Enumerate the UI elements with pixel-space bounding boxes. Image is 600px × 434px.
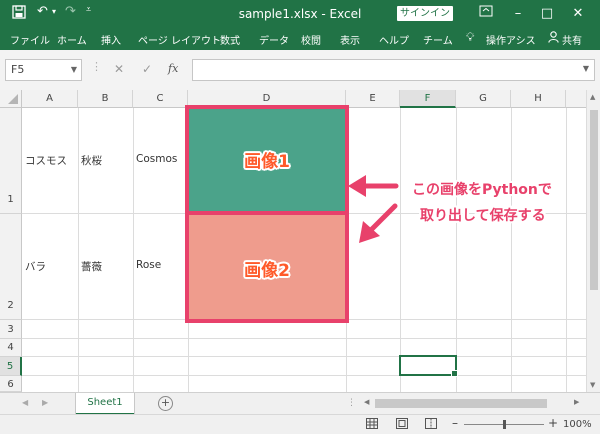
ribbon-tabs: ファイル ホーム 挿入 ページ レイアウト 数式 データ 校閲 表示 ヘルプ チ… <box>0 28 600 50</box>
tab-help[interactable]: ヘルプ <box>379 32 409 47</box>
zoom-slider-thumb[interactable] <box>503 420 506 429</box>
tab-team[interactable]: チーム <box>423 32 453 47</box>
chevron-down-icon[interactable]: ▼ <box>71 60 77 80</box>
gridline <box>456 108 457 392</box>
column-header-partial[interactable] <box>566 90 586 108</box>
column-header-g[interactable]: G <box>456 90 511 108</box>
more-dots-icon: ⋮ <box>91 60 102 73</box>
add-sheet-icon[interactable]: + <box>158 396 173 411</box>
more-dots-icon: ⋮ <box>347 398 356 408</box>
gridline <box>22 375 586 376</box>
row-header-4[interactable]: 4 <box>0 339 22 357</box>
cell-c2[interactable]: Rose <box>136 259 161 271</box>
cell-b2[interactable]: 薔薇 <box>81 259 102 274</box>
horizontal-scroll-thumb[interactable] <box>375 399 547 408</box>
scroll-down-icon[interactable]: ▼ <box>590 381 595 389</box>
zoom-level[interactable]: 100% <box>563 419 592 430</box>
name-box-value: F5 <box>11 63 25 76</box>
cell-b1[interactable]: 秋桜 <box>81 153 102 168</box>
tab-home[interactable]: ホーム <box>57 32 87 47</box>
tab-data[interactable]: データ <box>259 32 289 47</box>
minimize-icon[interactable]: – <box>508 4 528 24</box>
prev-sheet-icon[interactable]: ◀ <box>22 398 28 407</box>
row-header-6[interactable]: 6 <box>0 376 22 392</box>
row-header-1[interactable]: 1 <box>0 108 22 214</box>
status-bar: – + 100% <box>0 414 600 434</box>
insert-function-button[interactable]: fx <box>168 62 178 75</box>
share-button[interactable]: 共有 <box>562 32 582 47</box>
gridline <box>22 338 586 339</box>
signin-button[interactable]: サインイン <box>397 6 453 21</box>
zoom-in-button[interactable]: + <box>548 416 558 430</box>
close-icon[interactable]: ✕ <box>568 4 588 24</box>
page-break-view-icon[interactable] <box>425 418 437 432</box>
scroll-up-icon[interactable]: ▲ <box>590 93 595 101</box>
column-header-f[interactable]: F <box>400 90 456 108</box>
cancel-formula-icon[interactable]: ✕ <box>114 62 124 76</box>
sheet-tab-sheet1[interactable]: Sheet1 <box>76 393 134 415</box>
normal-view-icon[interactable] <box>366 418 378 432</box>
scroll-right-icon[interactable]: ▶ <box>574 398 579 406</box>
title-bar: ↶ ▾ ↷ ⩡ sample1.xlsx - Excel サインイン – □ ✕ <box>0 0 600 28</box>
share-user-icon <box>548 31 559 46</box>
select-all-corner[interactable] <box>0 90 22 108</box>
gridline <box>22 356 586 357</box>
column-header-e[interactable]: E <box>346 90 400 108</box>
gridline <box>133 108 134 392</box>
gridline <box>511 108 512 392</box>
annotation-arrows <box>348 175 399 243</box>
cell-a2[interactable]: バラ <box>25 259 46 274</box>
maximize-icon[interactable]: □ <box>537 4 557 24</box>
highlight-divider <box>185 211 349 215</box>
row-header-2[interactable]: 2 <box>0 214 22 320</box>
formula-input[interactable]: ▼ <box>192 59 595 81</box>
page-layout-view-icon[interactable] <box>396 418 408 432</box>
expand-formula-icon[interactable]: ▼ <box>583 64 589 73</box>
tab-insert[interactable]: 挿入 <box>101 32 121 47</box>
scroll-left-icon[interactable]: ◀ <box>364 398 369 406</box>
row-header-5[interactable]: 5 <box>0 357 22 376</box>
cell-a1[interactable]: コスモス <box>25 153 67 168</box>
vertical-scroll-thumb[interactable] <box>590 110 598 290</box>
tell-me-search[interactable]: 操作アシス <box>486 32 536 47</box>
tab-view[interactable]: 表示 <box>340 32 360 47</box>
vertical-scrollbar[interactable]: ▲ ▼ <box>586 90 600 392</box>
lightbulb-icon: 💡︎ <box>466 30 475 44</box>
gridline <box>78 108 79 392</box>
tab-review[interactable]: 校閲 <box>301 32 321 47</box>
annotation-line-2: 取り出して保存する <box>420 208 546 224</box>
active-cell-f5[interactable] <box>399 355 458 377</box>
column-header-h[interactable]: H <box>511 90 566 108</box>
formula-bar-area: F5 ▼ ⋮ ✕ ✓ fx ▼ <box>0 50 600 91</box>
column-header-c[interactable]: C <box>133 90 188 108</box>
zoom-out-button[interactable]: – <box>452 416 458 430</box>
column-header-b[interactable]: B <box>78 90 133 108</box>
ribbon-display-options-icon[interactable] <box>476 4 496 24</box>
sheet-tab-bar: ◀ ▶ Sheet1 + ⋮ ◀ ▶ <box>0 392 600 415</box>
gridline <box>566 108 567 392</box>
tab-page-layout[interactable]: ページ レイアウト <box>138 32 221 47</box>
column-header-a[interactable]: A <box>22 90 78 108</box>
tab-formulas[interactable]: 数式 <box>220 32 240 47</box>
fill-handle[interactable] <box>451 370 458 377</box>
tab-file[interactable]: ファイル <box>10 32 50 47</box>
row-header-3[interactable]: 3 <box>0 320 22 339</box>
next-sheet-icon[interactable]: ▶ <box>42 398 48 407</box>
name-box[interactable]: F5 ▼ <box>5 59 82 81</box>
enter-formula-icon[interactable]: ✓ <box>142 62 152 76</box>
worksheet-grid[interactable]: A B C D E F G H 1 2 3 4 5 6 コスモス 秋桜 Cosm… <box>0 90 600 392</box>
cell-c1[interactable]: Cosmos <box>136 153 177 165</box>
annotation-line-1: この画像をPythonで <box>412 182 552 198</box>
